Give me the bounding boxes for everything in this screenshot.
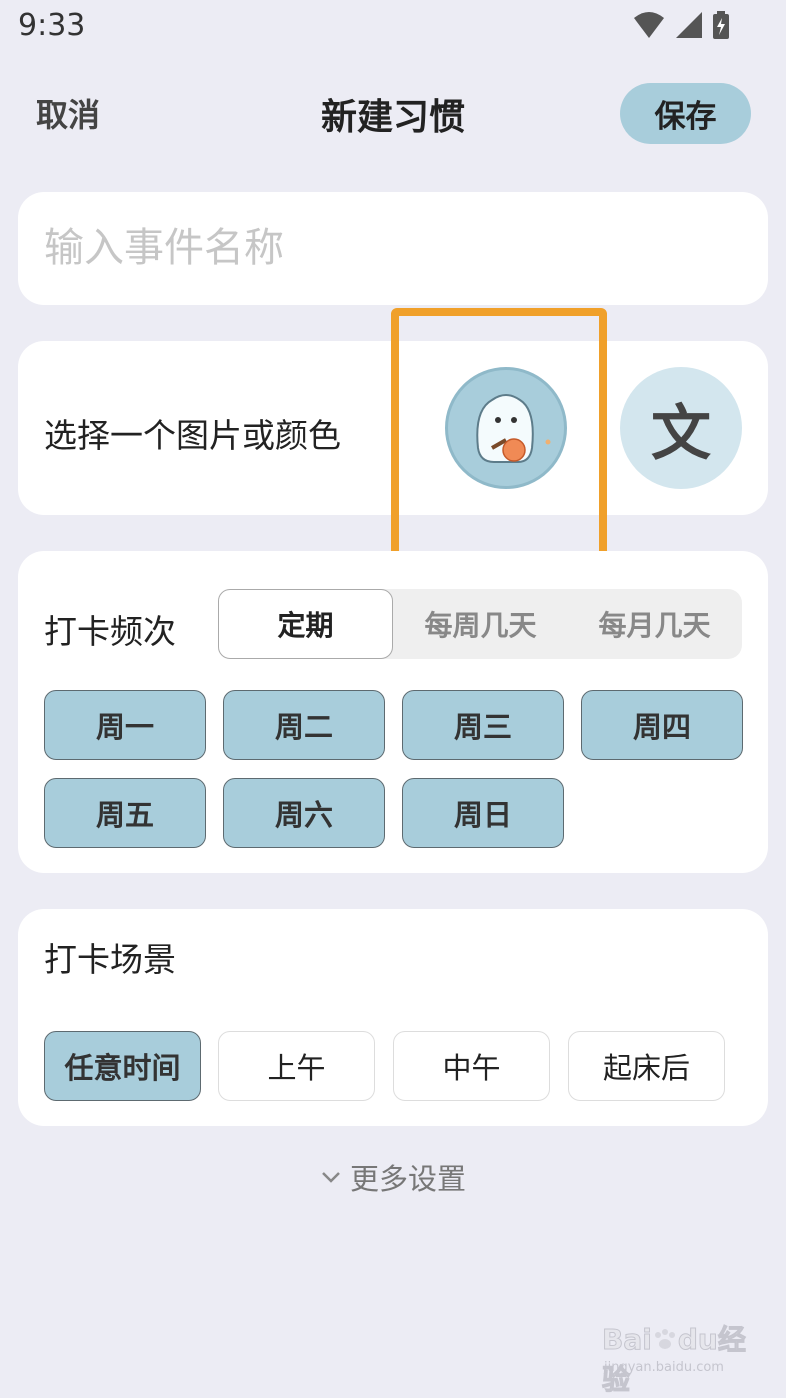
status-icons — [632, 10, 730, 40]
watermark-url: jingyan.baidu.com — [604, 1360, 724, 1375]
tab-days-per-month[interactable]: 每月几天 — [567, 589, 742, 659]
frequency-card: 打卡频次 定期 每周几天 每月几天 周一 周二 周三 周四 周五 周六 周日 — [18, 551, 768, 873]
frequency-segmented-control: 定期 每周几天 每月几天 — [218, 589, 742, 659]
scene-option-morning[interactable]: 上午 — [218, 1031, 375, 1101]
signal-icon — [676, 12, 702, 38]
frequency-label: 打卡频次 — [44, 612, 176, 651]
save-button[interactable]: 保存 — [620, 83, 751, 144]
highlight-box — [391, 308, 607, 572]
paw-icon — [654, 1329, 675, 1349]
watermark-brand: Bai du经验 — [602, 1323, 747, 1397]
text-option[interactable]: 文 — [620, 367, 742, 489]
more-settings-label: 更多设置 — [349, 1162, 466, 1196]
day-button-friday[interactable]: 周五 — [44, 778, 206, 848]
day-button-sunday[interactable]: 周日 — [402, 778, 564, 848]
day-button-tuesday[interactable]: 周二 — [223, 690, 385, 760]
day-button-thursday[interactable]: 周四 — [581, 690, 743, 760]
top-bar: 取消 新建习惯 保存 — [0, 70, 786, 160]
more-settings-toggle[interactable]: 更多设置 — [0, 1156, 786, 1198]
picture-label: 选择一个图片或颜色 — [44, 416, 341, 455]
baidu-watermark: Bai du经验 jingyan.baidu.com — [600, 1318, 750, 1397]
wifi-icon — [634, 12, 664, 38]
chevron-down-icon — [322, 1172, 340, 1183]
day-button-monday[interactable]: 周一 — [44, 690, 206, 760]
scene-option-noon[interactable]: 中午 — [393, 1031, 550, 1101]
scene-label: 打卡场景 — [44, 940, 176, 979]
status-bar: 9:33 — [0, 0, 786, 56]
name-card — [18, 192, 768, 305]
day-button-saturday[interactable]: 周六 — [223, 778, 385, 848]
scene-option-after-waking[interactable]: 起床后 — [568, 1031, 725, 1101]
tab-days-per-week[interactable]: 每周几天 — [393, 589, 568, 659]
battery-icon — [713, 11, 729, 39]
tab-regular[interactable]: 定期 — [218, 589, 393, 659]
event-name-input[interactable] — [44, 216, 734, 280]
scene-card: 打卡场景 任意时间 上午 中午 起床后 — [18, 909, 768, 1126]
day-button-wednesday[interactable]: 周三 — [402, 690, 564, 760]
status-time: 9:33 — [18, 8, 86, 43]
scene-option-anytime[interactable]: 任意时间 — [44, 1031, 201, 1101]
